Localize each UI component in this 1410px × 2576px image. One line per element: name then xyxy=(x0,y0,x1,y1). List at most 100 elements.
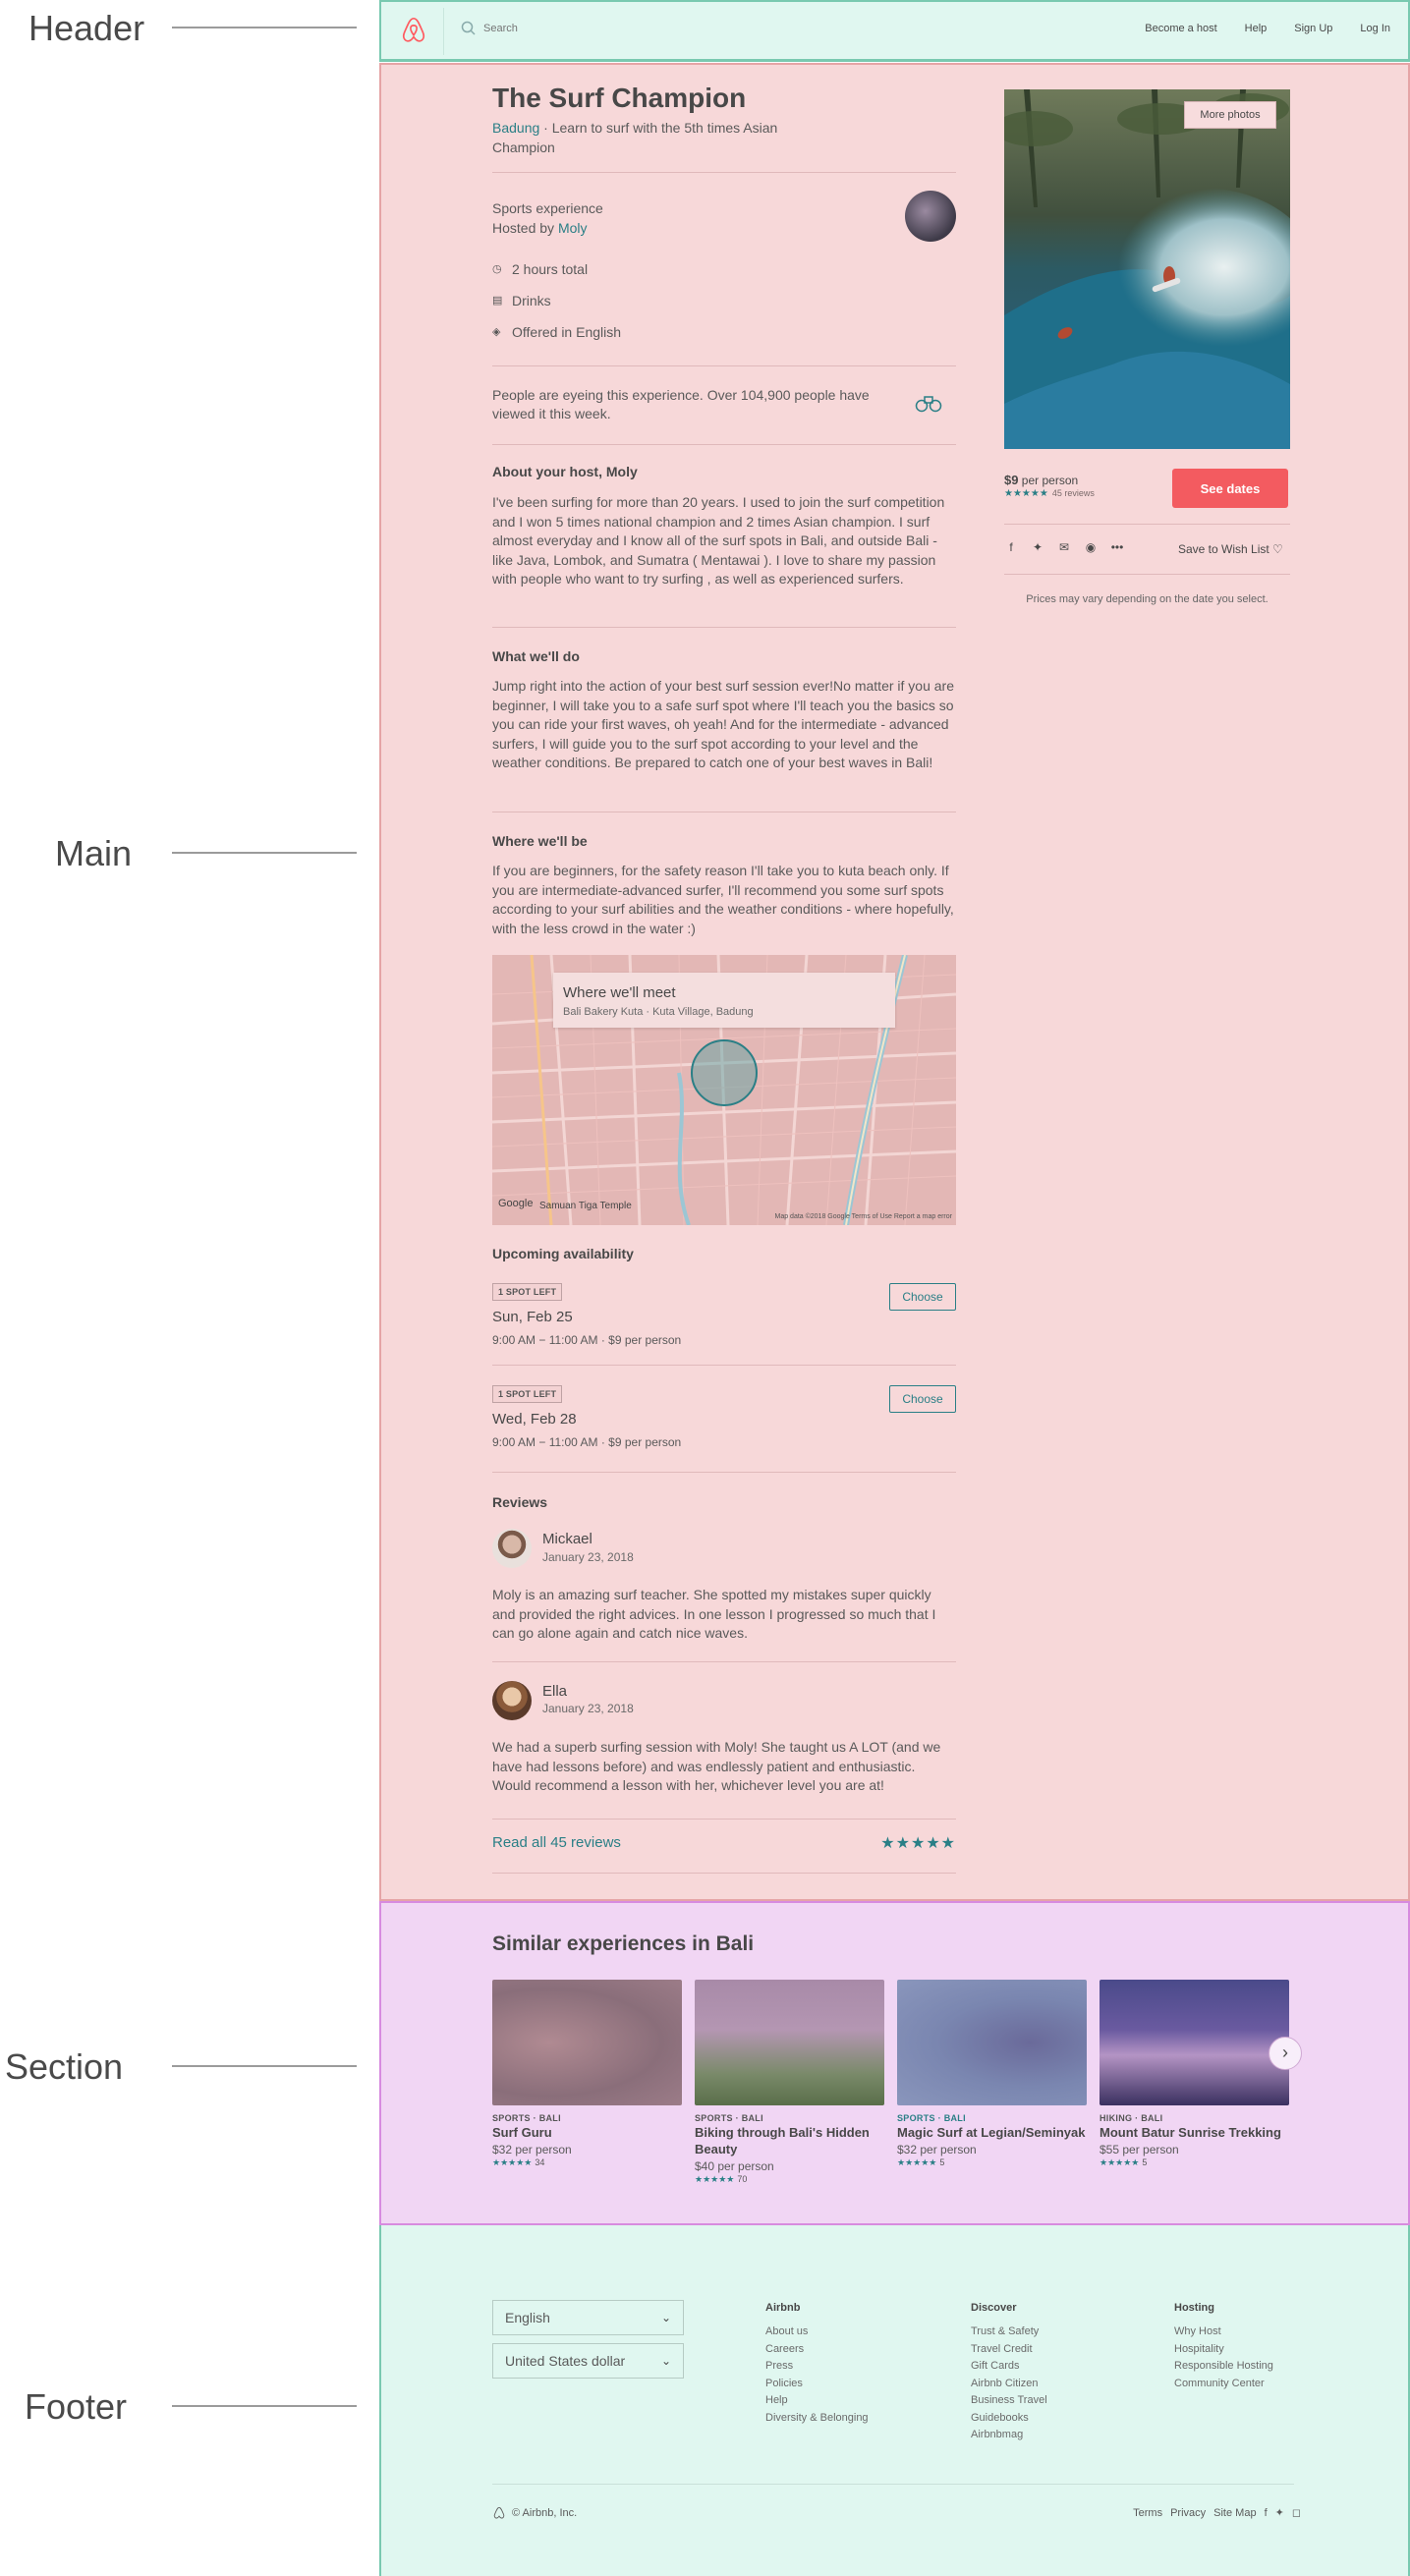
review-count[interactable]: 45 reviews xyxy=(1052,488,1095,498)
card-stars: ★★★★★ xyxy=(492,2157,533,2167)
about-host-heading: About your host, Moly xyxy=(492,464,638,479)
footer-link[interactable]: Gift Cards xyxy=(971,2358,1047,2376)
card-rating: ★★★★★ 34 xyxy=(492,2157,682,2168)
experience-subtitle: Badung · Learn to surf with the 5th time… xyxy=(492,118,817,157)
footer-link[interactable]: Careers xyxy=(765,2341,869,2359)
facebook-icon[interactable]: f xyxy=(1265,2507,1268,2519)
footer-link[interactable]: Business Travel xyxy=(971,2392,1047,2410)
hero-photo[interactable]: More photos xyxy=(1004,89,1290,449)
location-link[interactable]: Badung xyxy=(492,120,539,136)
more-photos-button[interactable]: More photos xyxy=(1184,101,1276,129)
nav-help[interactable]: Help xyxy=(1245,23,1268,34)
privacy-link[interactable]: Privacy xyxy=(1170,2507,1206,2519)
experience-card[interactable]: SPORTS · BALI Surf Guru $32 per person ★… xyxy=(492,1980,682,2168)
feature-label: Offered in English xyxy=(512,324,622,340)
instagram-icon[interactable]: ◻ xyxy=(1292,2506,1301,2519)
experience-card[interactable]: SPORTS · BALI Magic Surf at Legian/Semin… xyxy=(897,1980,1087,2168)
chevron-down-icon: ⌄ xyxy=(660,2311,671,2324)
chevron-down-icon: ⌄ xyxy=(660,2354,671,2368)
feature-duration: ◷ 2 hours total xyxy=(492,261,588,277)
clock-icon: ◷ xyxy=(492,263,502,275)
language-select[interactable]: English ⌄ xyxy=(492,2300,684,2335)
reviewer-name[interactable]: Mickael xyxy=(542,1531,592,1547)
footer-link[interactable]: Community Center xyxy=(1174,2376,1273,2393)
facebook-icon[interactable]: f xyxy=(1004,540,1018,554)
card-price: $32 per person xyxy=(897,2143,977,2156)
divider xyxy=(1004,574,1290,575)
card-name: Magic Surf at Legian/Seminyak xyxy=(897,2125,1086,2140)
footer-link[interactable]: Diversity & Belonging xyxy=(765,2410,869,2428)
annotation-label: Main xyxy=(55,833,133,873)
nav-sign-up[interactable]: Sign Up xyxy=(1294,23,1332,34)
card-stars: ★★★★★ xyxy=(1100,2157,1140,2167)
slot-date: Sun, Feb 25 xyxy=(492,1309,573,1325)
twitter-icon[interactable]: ✦ xyxy=(1031,540,1044,554)
card-review-count: 70 xyxy=(737,2174,748,2184)
host-name-link[interactable]: Moly xyxy=(558,220,588,236)
choose-button[interactable]: Choose xyxy=(889,1385,956,1413)
hosted-by-label: Hosted by xyxy=(492,220,558,236)
divider xyxy=(492,1819,956,1820)
slot-time: 9:00 AM − 11:00 AM · $9 per person xyxy=(492,1435,682,1449)
messenger-icon[interactable]: ◉ xyxy=(1084,540,1098,554)
slot-time: 9:00 AM − 11:00 AM · $9 per person xyxy=(492,1333,682,1347)
card-name: Mount Batur Sunrise Trekking xyxy=(1100,2125,1281,2140)
host-avatar[interactable] xyxy=(905,191,956,242)
drinks-icon: ▤ xyxy=(492,295,503,307)
wishlist-label: Save to Wish List xyxy=(1178,542,1269,556)
nav-log-in[interactable]: Log In xyxy=(1360,23,1390,34)
host-block: Sports experience Hosted by Moly xyxy=(492,198,603,238)
experience-card[interactable]: SPORTS · BALI Biking through Bali's Hidd… xyxy=(695,1980,884,2185)
card-category: HIKING · BALI xyxy=(1100,2113,1163,2123)
binoculars-icon xyxy=(915,396,942,413)
copyright: © Airbnb, Inc. xyxy=(512,2507,578,2519)
footer-link[interactable]: Policies xyxy=(765,2376,869,2393)
annotation-label: Footer xyxy=(25,2386,128,2427)
similar-heading: Similar experiences in Bali xyxy=(492,1932,755,1955)
save-to-wishlist-button[interactable]: Save to Wish List ♡ xyxy=(1178,542,1283,556)
reviewer-avatar[interactable] xyxy=(492,1681,532,1720)
reviewer-name[interactable]: Ella xyxy=(542,1683,567,1700)
nav-become-host[interactable]: Become a host xyxy=(1145,23,1216,34)
carousel-next-button[interactable]: › xyxy=(1269,2037,1302,2070)
site-map-link[interactable]: Site Map xyxy=(1213,2507,1256,2519)
email-icon[interactable]: ✉ xyxy=(1057,540,1071,554)
footer-link[interactable]: Airbnbmag xyxy=(971,2427,1047,2444)
footer-link[interactable]: Guidebooks xyxy=(971,2410,1047,2428)
twitter-icon[interactable]: ✦ xyxy=(1275,2506,1284,2519)
footer-link[interactable]: Press xyxy=(765,2358,869,2376)
reviewer-avatar[interactable] xyxy=(492,1529,532,1568)
spot-badge: 1 SPOT LEFT xyxy=(492,1283,563,1301)
meeting-map[interactable]: Where we'll meet Bali Bakery Kuta · Kuta… xyxy=(492,955,956,1225)
map-footer-text[interactable]: Map data ©2018 Google Terms of Use Repor… xyxy=(774,1213,952,1220)
footer-link[interactable]: Airbnb Citizen xyxy=(971,2376,1047,2393)
annotation-gutter: Header Main Section Footer xyxy=(0,0,379,2576)
divider xyxy=(492,1472,956,1473)
annotation-line xyxy=(172,27,357,28)
search-input[interactable] xyxy=(483,18,778,39)
footer-link[interactable]: Responsible Hosting xyxy=(1174,2358,1273,2376)
more-options-icon[interactable]: ••• xyxy=(1110,540,1124,554)
price-rating: ★★★★★ 45 reviews xyxy=(1004,488,1095,499)
annotation-header: Header xyxy=(0,0,379,59)
divider xyxy=(492,444,956,445)
footer-link[interactable]: Travel Credit xyxy=(971,2341,1047,2359)
airbnb-logo-icon[interactable] xyxy=(399,16,428,45)
language-icon: ◈ xyxy=(492,326,501,338)
read-all-reviews-link[interactable]: Read all 45 reviews xyxy=(492,1834,621,1851)
experience-card[interactable]: HIKING · BALI Mount Batur Sunrise Trekki… xyxy=(1100,1980,1289,2168)
map-info-card: Where we'll meet Bali Bakery Kuta · Kuta… xyxy=(553,973,895,1028)
footer-link[interactable]: Help xyxy=(765,2392,869,2410)
footer-link[interactable]: About us xyxy=(765,2324,869,2341)
annotation-main: Main xyxy=(0,825,379,884)
footer-link[interactable]: Trust & Safety xyxy=(971,2324,1047,2341)
choose-button[interactable]: Choose xyxy=(889,1283,956,1311)
map-attribution: Google Map data ©2018 Google Terms of Us… xyxy=(492,1198,956,1225)
footer-column-heading: Discover xyxy=(971,2302,1017,2314)
availability-heading: Upcoming availability xyxy=(492,1246,634,1261)
footer-link[interactable]: Hospitality xyxy=(1174,2341,1273,2359)
footer-link[interactable]: Why Host xyxy=(1174,2324,1273,2341)
currency-select[interactable]: United States dollar ⌄ xyxy=(492,2343,684,2379)
terms-link[interactable]: Terms xyxy=(1133,2507,1162,2519)
see-dates-button[interactable]: See dates xyxy=(1172,469,1288,508)
